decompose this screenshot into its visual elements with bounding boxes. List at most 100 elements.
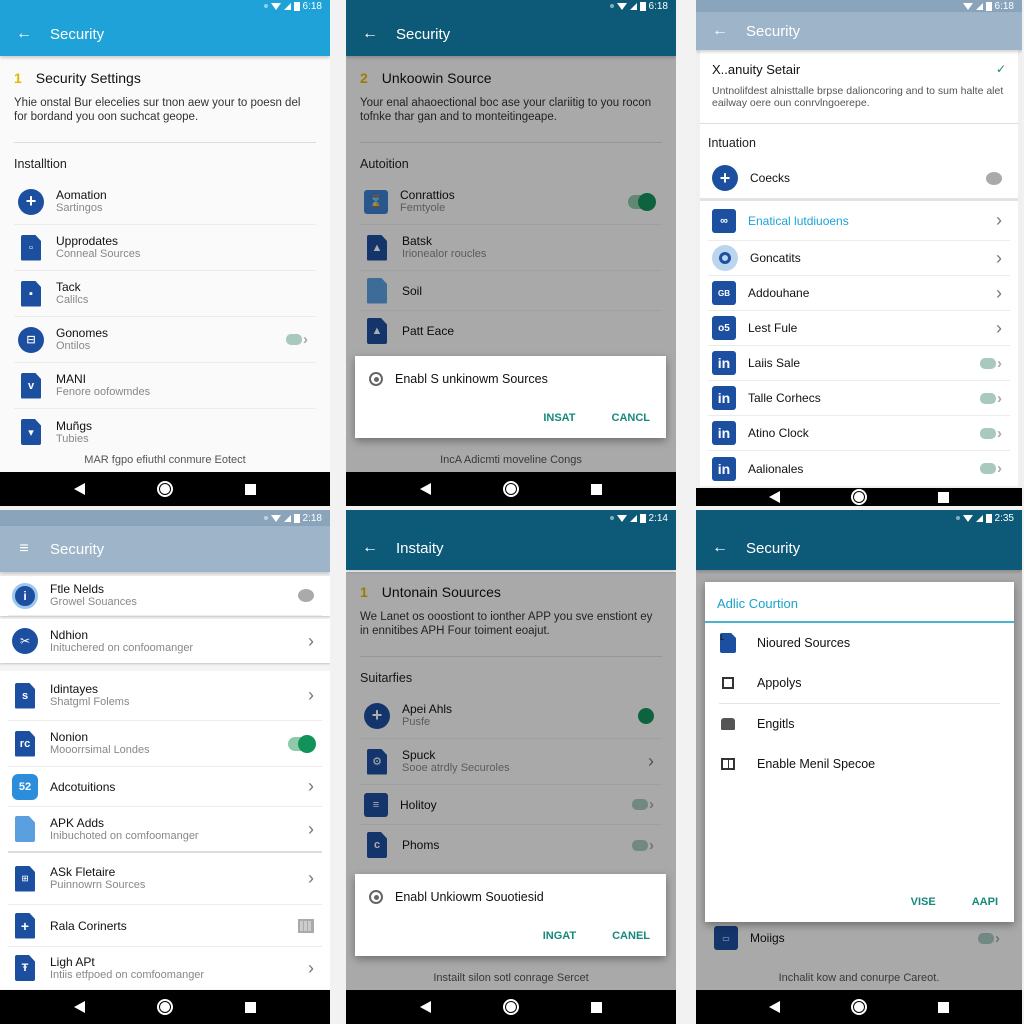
toggle-switch[interactable] — [980, 390, 1002, 407]
list-item[interactable]: ⊟ Gonomes Ontilos — [14, 317, 316, 363]
list-item[interactable]: GB Addouhane — [708, 276, 1010, 311]
toggle-switch[interactable] — [978, 930, 1000, 947]
chevron-right-icon[interactable] — [308, 958, 314, 979]
chevron-right-icon[interactable] — [308, 631, 314, 652]
chevron-right-icon[interactable] — [996, 210, 1002, 231]
list-item[interactable]: i Ftle Nelds Growel Souances — [8, 576, 322, 616]
toggle-switch[interactable] — [980, 355, 1002, 372]
list-item[interactable]: o5 Lest Fule — [708, 311, 1010, 346]
toggle-switch[interactable] — [632, 837, 654, 854]
list-item[interactable]: ≡ Holitoy — [360, 785, 662, 825]
checkbox-icon[interactable] — [722, 677, 734, 689]
list-item[interactable]: + Apei Ahls Pusfe — [360, 693, 662, 739]
toggle-switch[interactable] — [980, 460, 1002, 477]
nav-home-icon[interactable] — [850, 999, 867, 1015]
list-item[interactable]: in Talle Corhecs — [708, 381, 1010, 416]
apply-button[interactable]: AAPI — [972, 896, 998, 908]
chevron-right-icon[interactable] — [308, 819, 314, 840]
radio-icon[interactable] — [369, 890, 383, 904]
nav-back-icon[interactable] — [74, 483, 85, 495]
dialog-option[interactable]: Appolys — [705, 663, 1014, 703]
chevron-right-icon[interactable] — [996, 248, 1002, 269]
cancel-button[interactable]: CANCL — [612, 412, 651, 424]
back-arrow-icon[interactable]: ← — [14, 25, 34, 43]
nav-recents-icon[interactable] — [937, 491, 949, 503]
toggle-switch[interactable] — [632, 796, 654, 813]
list-item[interactable]: + Aomation Sartingos — [14, 179, 316, 225]
nav-back-icon[interactable] — [769, 491, 781, 503]
enable-unknown-sources-dialog: Enabl S unkinowm Sources INSAT CANCL — [355, 356, 666, 438]
list-item[interactable]: Ŧ Ligh APt Intiis etfpoed on comfoomanger — [8, 947, 322, 989]
list-item[interactable]: + Coecks — [708, 158, 1010, 198]
chevron-right-icon[interactable] — [308, 685, 314, 706]
nav-back-icon[interactable] — [769, 1001, 781, 1013]
install-button[interactable]: INGAT — [543, 930, 576, 942]
back-arrow-icon[interactable]: ← — [710, 539, 730, 557]
chat-bubble-icon[interactable] — [986, 171, 1002, 185]
toggle-switch[interactable] — [288, 734, 316, 753]
cancel-button[interactable]: CANEL — [612, 930, 650, 942]
nav-home-icon[interactable] — [503, 481, 519, 497]
dialog-title: Enabl Unkiowm Souotiesid — [395, 890, 544, 904]
list-item[interactable]: ▭ Moiigs — [710, 918, 1008, 958]
grid-icon[interactable] — [298, 918, 314, 933]
chevron-right-icon[interactable] — [648, 751, 654, 772]
menu-icon[interactable]: ≡ — [14, 540, 34, 558]
list-item[interactable]: s Idintayes Shatgml Folems — [8, 671, 322, 721]
dialog-option[interactable]: L Nioured Sources — [705, 623, 1014, 663]
list-item[interactable]: Goncatits — [708, 241, 1010, 276]
list-item[interactable]: ⊞ ASk Fletaire Puinnowrn Sources — [8, 853, 322, 905]
list-item[interactable]: ▫ Upprodates Conneal Sources — [14, 225, 316, 271]
chevron-right-icon[interactable] — [308, 776, 314, 797]
dialog-option[interactable]: Engitls — [705, 704, 1014, 744]
list-item[interactable]: ⌛ Conrattios Femtyole — [360, 179, 662, 225]
list-item[interactable]: c Phoms — [360, 825, 662, 865]
nav-recents-icon[interactable] — [591, 1001, 602, 1013]
back-arrow-icon[interactable]: ← — [710, 22, 730, 40]
status-dot[interactable] — [638, 707, 654, 724]
chat-bubble-icon[interactable] — [298, 589, 314, 602]
nav-back-icon[interactable] — [420, 483, 431, 495]
toggle-switch[interactable] — [980, 425, 1002, 442]
checkmark-icon: ✓ — [995, 62, 1006, 76]
list-item[interactable]: in Laiis Sale — [708, 346, 1010, 381]
vise-button[interactable]: VISE — [911, 896, 936, 908]
list-item[interactable]: ▲ Patt Eace — [360, 311, 662, 351]
nav-home-icon[interactable] — [503, 999, 519, 1015]
list-item[interactable]: ✂ Ndhion Inituchered on confoomanger — [8, 619, 322, 663]
nav-back-icon[interactable] — [420, 1001, 431, 1013]
list-item[interactable]: ▪ Tack Calilcs — [14, 271, 316, 317]
list-item[interactable]: rc Nonion Mooorrsimal Londes — [8, 721, 322, 767]
nav-recents-icon[interactable] — [591, 483, 602, 495]
list-item[interactable]: + Rala Corinerts — [8, 905, 322, 947]
toggle-switch[interactable] — [286, 331, 308, 348]
card-icon — [721, 718, 735, 730]
list-item[interactable]: APK Adds Inibuchoted on comfoomanger — [8, 807, 322, 853]
nav-home-icon[interactable] — [157, 999, 173, 1015]
chevron-right-icon[interactable] — [996, 283, 1002, 304]
nav-home-icon[interactable] — [850, 489, 867, 505]
list-item[interactable]: ∞ Enatical lutdiuoens — [708, 201, 1010, 241]
list-item[interactable]: v MANI Fenore oofowmdes — [14, 363, 316, 409]
chevron-right-icon[interactable] — [996, 318, 1002, 339]
install-button[interactable]: INSAT — [543, 412, 575, 424]
nav-recents-icon[interactable] — [245, 483, 256, 495]
nav-back-icon[interactable] — [74, 1001, 85, 1013]
dialog-option[interactable]: Enable Menil Specoe — [705, 744, 1014, 784]
list-item[interactable]: Soil — [360, 271, 662, 311]
nav-recents-icon[interactable] — [937, 1001, 949, 1013]
list-item[interactable]: 52 Adcotuitions — [8, 767, 322, 807]
list-item[interactable]: ▾ Muñgs Tubies — [14, 409, 316, 455]
toggle-switch[interactable] — [628, 192, 656, 211]
list-item[interactable]: ▲ Batsk Irionealor roucles — [360, 225, 662, 271]
nav-home-icon[interactable] — [157, 481, 173, 497]
link-square-icon: ∞ — [712, 208, 736, 233]
list-item[interactable]: ⚙ Spuck Sooe atrdly Securoles — [360, 739, 662, 785]
list-item[interactable]: in Aalionales — [708, 451, 1010, 486]
radio-icon[interactable] — [369, 372, 383, 386]
back-arrow-icon[interactable]: ← — [360, 539, 380, 557]
back-arrow-icon[interactable]: ← — [360, 25, 380, 43]
list-item[interactable]: in Atino Clock — [708, 416, 1010, 451]
nav-recents-icon[interactable] — [245, 1001, 256, 1013]
chevron-right-icon[interactable] — [308, 868, 314, 889]
